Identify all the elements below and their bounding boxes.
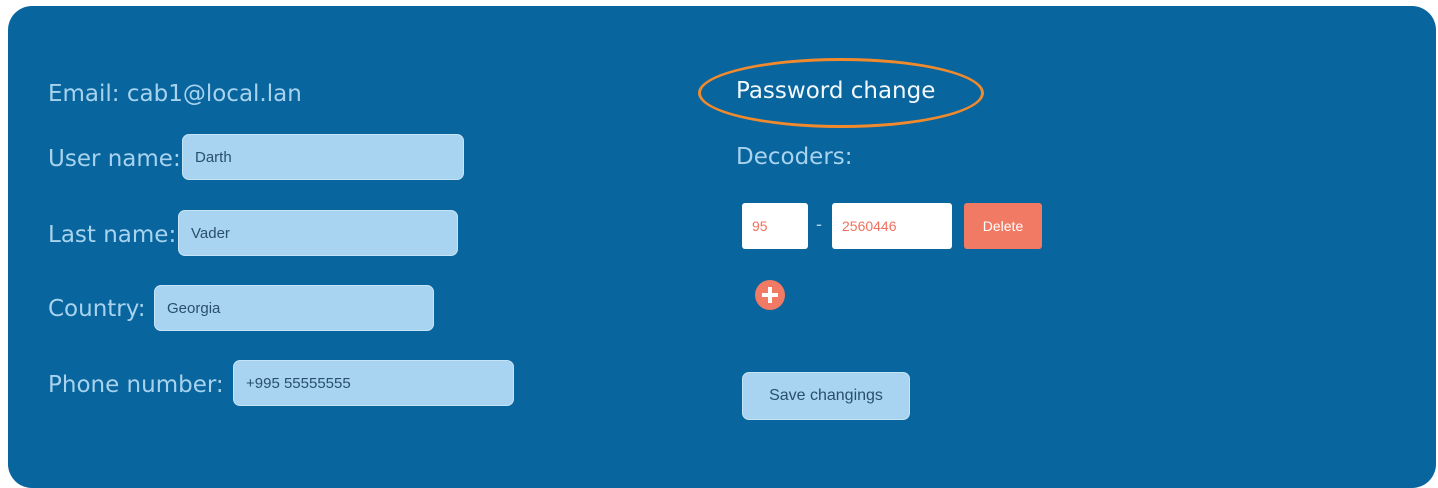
decoders-label: Decoders: bbox=[736, 144, 853, 170]
highlight-ellipse bbox=[698, 58, 984, 128]
save-changes-button[interactable]: Save changings bbox=[742, 372, 910, 420]
plus-circle-icon[interactable] bbox=[755, 280, 785, 310]
decoder-number-field[interactable]: 2560446 bbox=[832, 203, 952, 249]
country-label: Country: bbox=[48, 296, 146, 322]
email-label: Email: cab1@local.lan bbox=[48, 81, 302, 107]
decoder-separator: - bbox=[816, 214, 822, 234]
username-label: User name: bbox=[48, 146, 181, 172]
decoder-prefix-field[interactable]: 95 bbox=[742, 203, 808, 249]
phone-label: Phone number: bbox=[48, 372, 224, 398]
lastname-label: Last name: bbox=[48, 222, 177, 248]
lastname-field[interactable]: Vader bbox=[178, 210, 458, 256]
username-field[interactable]: Darth bbox=[182, 134, 464, 180]
delete-decoder-button[interactable]: Delete bbox=[964, 203, 1042, 249]
phone-field[interactable]: +995 55555555 bbox=[233, 360, 514, 406]
country-field[interactable]: Georgia bbox=[154, 285, 434, 331]
